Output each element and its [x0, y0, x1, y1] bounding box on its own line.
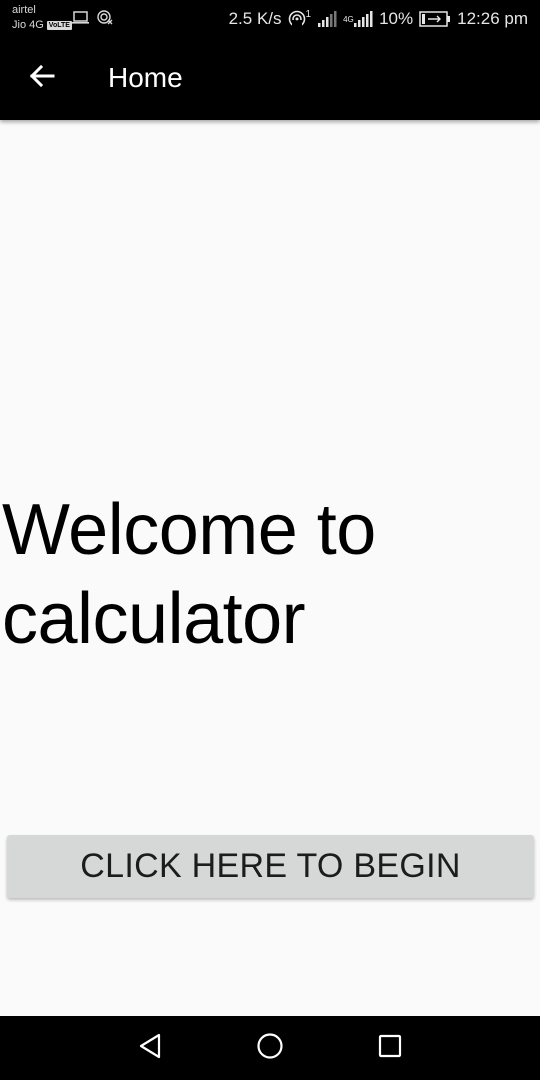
nav-home-button[interactable]	[254, 1032, 286, 1064]
battery-icon	[419, 11, 451, 27]
status-notification-icons	[72, 9, 113, 30]
carrier-info: airtel Jio 4G VoLTE	[12, 3, 72, 33]
nav-back-button[interactable]	[134, 1032, 166, 1064]
signal-icon-2: 4G	[343, 11, 373, 27]
phone-screen: airtel Jio 4G VoLTE 2.5 K/s 1 4G 10% 12:…	[0, 0, 540, 1080]
cast-off-icon	[97, 9, 113, 30]
battery-percent: 10%	[379, 9, 414, 28]
square-recents-icon	[378, 1034, 402, 1063]
navigation-bar	[0, 1016, 540, 1080]
page-title: Home	[108, 62, 183, 93]
laptop-icon	[72, 10, 89, 29]
volte-badge: VoLTE	[46, 21, 72, 30]
arrow-left-icon	[29, 64, 55, 93]
status-bar: airtel Jio 4G VoLTE 2.5 K/s 1 4G 10% 12:…	[0, 0, 540, 38]
network-speed: 2.5 K/s	[228, 9, 282, 28]
network-type: 4G	[343, 14, 354, 24]
clock: 12:26 pm	[457, 9, 528, 28]
begin-button[interactable]: CLICK HERE TO BEGIN	[7, 835, 534, 898]
nav-recents-button[interactable]	[374, 1032, 406, 1064]
hotspot-icon: 1	[288, 9, 312, 28]
welcome-line-1: Welcome to	[2, 490, 376, 570]
back-button[interactable]	[26, 62, 58, 94]
welcome-heading: Welcome to calculator	[2, 486, 532, 664]
hotspot-count: 1	[305, 9, 312, 20]
status-right-group: 2.5 K/s 1 4G 10% 12:26 pm	[229, 0, 528, 38]
app-bar: Home	[0, 38, 540, 120]
circle-home-icon	[256, 1032, 284, 1065]
carrier-secondary: Jio 4G	[12, 19, 44, 31]
signal-icon-1	[317, 11, 337, 27]
triangle-back-icon	[138, 1033, 162, 1064]
carrier-secondary-row: Jio 4G VoLTE	[12, 18, 72, 33]
welcome-line-2: calculator	[2, 579, 306, 659]
carrier-primary: airtel	[12, 4, 36, 16]
